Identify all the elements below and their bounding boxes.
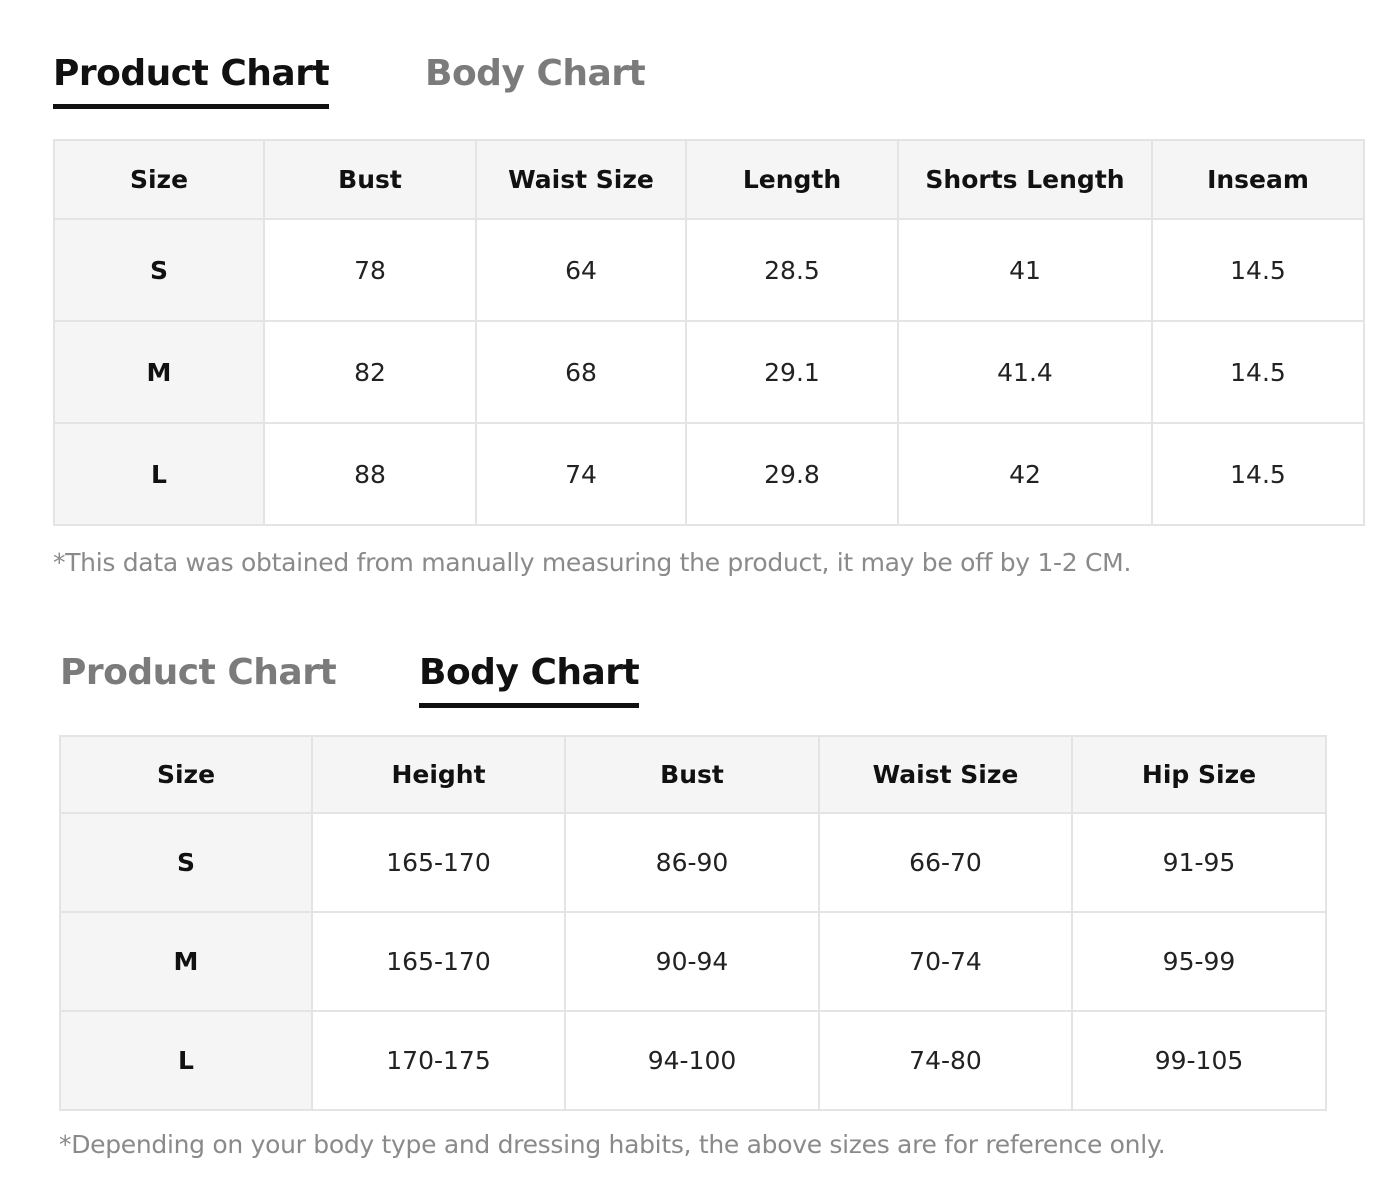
tab-label: Body Chart [419,652,640,693]
table-cell: 78 [263,218,477,322]
table-cell: 94-100 [564,1010,820,1111]
table-cell: 29.1 [685,320,899,424]
body-section-tabs: Product Chart Body Chart [60,649,760,709]
table-cell: 42 [897,422,1153,526]
table-cell: 74-80 [818,1010,1073,1111]
table-cell: 165-170 [311,812,566,913]
column-header: Shorts Length [897,139,1153,220]
product-size-table: Size Bust Waist Size Length Shorts Lengt… [53,139,1365,526]
table-cell: 41 [897,218,1153,322]
tab-label: Body Chart [425,53,646,94]
table-cell: 29.8 [685,422,899,526]
active-tab-underline [419,703,640,708]
table-cell: 88 [263,422,477,526]
size-cell: L [59,1010,313,1111]
table-cell: 82 [263,320,477,424]
table-cell: 95-99 [1071,911,1327,1012]
table-row: L 88 74 29.8 42 14.5 [53,422,1365,526]
product-chart-note: *This data was obtained from manually me… [53,548,1132,577]
column-header: Hip Size [1071,735,1327,814]
active-tab-underline [53,104,330,109]
table-cell: 66-70 [818,812,1073,913]
size-cell: M [59,911,313,1012]
body-size-table: Size Height Bust Waist Size Hip Size S 1… [59,735,1327,1111]
table-cell: 14.5 [1151,320,1365,424]
size-cell: S [53,218,265,322]
table-row: S 78 64 28.5 41 14.5 [53,218,1365,322]
size-cell: M [53,320,265,424]
tab-label: Product Chart [53,53,330,94]
column-header: Bust [263,139,477,220]
column-header: Bust [564,735,820,814]
table-cell: 28.5 [685,218,899,322]
body-chart-section: Product Chart Body Chart Size Height Bus… [0,600,1400,1200]
table-row: L 170-175 94-100 74-80 99-105 [59,1010,1327,1111]
table-cell: 170-175 [311,1010,566,1111]
table-cell: 86-90 [564,812,820,913]
body-chart-note: *Depending on your body type and dressin… [59,1130,1166,1159]
tab-body-chart[interactable]: Body Chart [425,50,646,98]
column-header: Length [685,139,899,220]
table-cell: 91-95 [1071,812,1327,913]
column-header: Size [59,735,313,814]
table-cell: 74 [475,422,687,526]
tab-product-chart[interactable]: Product Chart [53,50,330,109]
product-section-tabs: Product Chart Body Chart [53,50,753,110]
tab-body-chart[interactable]: Body Chart [419,649,640,708]
table-cell: 14.5 [1151,422,1365,526]
column-header: Waist Size [818,735,1073,814]
column-header: Inseam [1151,139,1365,220]
size-cell: L [53,422,265,526]
table-header-row: Size Height Bust Waist Size Hip Size [59,735,1327,814]
product-chart-section: Product Chart Body Chart Size Bust Waist… [0,0,1400,600]
table-cell: 99-105 [1071,1010,1327,1111]
table-cell: 64 [475,218,687,322]
table-cell: 90-94 [564,911,820,1012]
table-row: S 165-170 86-90 66-70 91-95 [59,812,1327,913]
table-cell: 14.5 [1151,218,1365,322]
size-cell: S [59,812,313,913]
table-cell: 41.4 [897,320,1153,424]
table-cell: 70-74 [818,911,1073,1012]
tab-product-chart[interactable]: Product Chart [60,649,337,697]
column-header: Waist Size [475,139,687,220]
table-cell: 68 [475,320,687,424]
table-cell: 165-170 [311,911,566,1012]
table-row: M 165-170 90-94 70-74 95-99 [59,911,1327,1012]
table-header-row: Size Bust Waist Size Length Shorts Lengt… [53,139,1365,220]
column-header: Size [53,139,265,220]
table-row: M 82 68 29.1 41.4 14.5 [53,320,1365,424]
column-header: Height [311,735,566,814]
tab-label: Product Chart [60,652,337,693]
